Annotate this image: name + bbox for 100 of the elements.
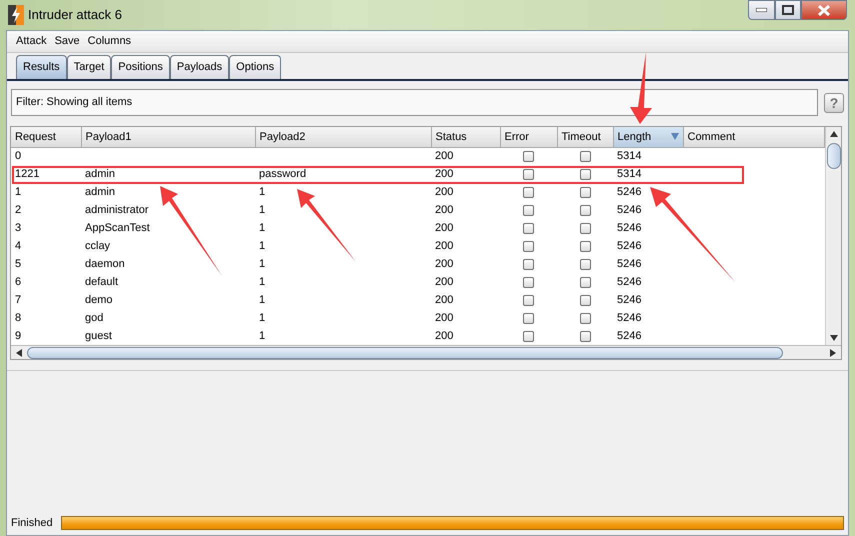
table-cell: 5246	[617, 312, 642, 324]
checkbox[interactable]	[580, 168, 590, 180]
column-header[interactable]: Payload1	[81, 127, 255, 147]
scroll-left-icon[interactable]	[16, 349, 22, 357]
table-cell: 4	[15, 240, 22, 252]
table-cell: 200	[435, 168, 454, 180]
table-cell: 5246	[617, 240, 642, 252]
checkbox[interactable]	[523, 294, 534, 306]
checkbox[interactable]	[580, 222, 590, 234]
menu-item[interactable]: Save	[54, 33, 80, 50]
help-button[interactable]: ?	[824, 92, 844, 112]
column-header[interactable]: Status	[431, 127, 500, 147]
table-cell: 200	[435, 276, 454, 288]
table-cell: 5246	[617, 204, 642, 216]
table-cell: default	[85, 276, 118, 288]
table-cell: 2	[15, 204, 22, 216]
tab[interactable]: Positions	[111, 55, 170, 79]
table-cell: 5246	[617, 276, 642, 288]
table-cell: cclay	[85, 240, 110, 252]
checkbox[interactable]	[580, 276, 590, 288]
table-cell: 200	[435, 186, 454, 198]
checkbox[interactable]	[523, 186, 534, 198]
table-cell: 200	[435, 258, 454, 270]
column-header[interactable]: Payload2	[255, 127, 431, 147]
checkbox[interactable]	[523, 222, 534, 234]
tab[interactable]: Target	[66, 55, 112, 79]
sort-descending-icon	[670, 132, 678, 140]
close-button[interactable]	[801, 0, 847, 20]
checkbox[interactable]	[523, 150, 534, 162]
horizontal-scrollbar[interactable]	[11, 345, 841, 359]
table-cell: 1	[259, 258, 266, 270]
table-cell: 1	[259, 186, 266, 198]
window-title: Intruder attack 6	[28, 6, 122, 24]
menu-item[interactable]: Attack	[16, 33, 47, 50]
column-header[interactable]: Length	[613, 127, 683, 147]
checkbox[interactable]	[580, 294, 590, 306]
table-cell: 5246	[617, 330, 642, 342]
checkbox[interactable]	[580, 150, 590, 162]
checkbox[interactable]	[580, 330, 590, 342]
checkbox[interactable]	[523, 312, 534, 324]
maximize-icon	[782, 5, 794, 15]
table-cell: 5	[15, 258, 22, 270]
checkbox[interactable]	[523, 240, 534, 252]
scrollbar-thumb[interactable]	[27, 347, 783, 359]
checkbox[interactable]	[523, 204, 534, 216]
tab[interactable]: Results	[16, 55, 67, 79]
scrollbar-thumb[interactable]	[827, 143, 841, 169]
table-cell: password	[259, 168, 306, 180]
table-cell: 5246	[617, 222, 642, 234]
close-icon	[817, 4, 831, 16]
table-cell: AppScanTest	[85, 222, 150, 234]
table-cell: 5246	[617, 258, 642, 270]
column-header[interactable]: Request	[11, 127, 81, 147]
scroll-down-icon[interactable]	[830, 335, 838, 341]
table-cell: 200	[435, 222, 454, 234]
table-cell: 200	[435, 240, 454, 252]
checkbox[interactable]	[580, 312, 590, 324]
checkbox[interactable]	[580, 258, 590, 270]
column-header[interactable]: Comment	[683, 127, 824, 147]
checkbox[interactable]	[523, 330, 534, 342]
menu-item[interactable]: Columns	[88, 33, 132, 50]
table-cell: 200	[435, 204, 454, 216]
table-cell: 200	[435, 294, 454, 306]
tab[interactable]: Payloads	[170, 55, 230, 79]
status-text: Finished	[11, 516, 53, 531]
table-cell: administrator	[85, 204, 149, 216]
table-cell: 9	[15, 330, 22, 342]
table-cell: 1	[259, 312, 266, 324]
table-cell: 1	[259, 276, 266, 288]
tab[interactable]: Options	[229, 55, 282, 79]
maximize-button[interactable]	[775, 0, 801, 20]
checkbox[interactable]	[523, 258, 534, 270]
column-header[interactable]: Timeout	[557, 127, 613, 147]
table-cell: admin	[85, 186, 115, 198]
scroll-up-icon[interactable]	[830, 131, 838, 137]
table-cell: 1	[259, 204, 266, 216]
table-cell: 5314	[617, 168, 642, 180]
table-cell: 5314	[617, 150, 642, 162]
minimize-button[interactable]	[748, 0, 775, 20]
table-cell: 200	[435, 150, 454, 162]
vertical-scrollbar[interactable]	[825, 127, 841, 345]
table-cell: 6	[15, 276, 22, 288]
checkbox[interactable]	[523, 276, 534, 288]
checkbox[interactable]	[580, 186, 590, 198]
table-cell: admin	[85, 168, 115, 180]
scroll-right-icon[interactable]	[830, 349, 836, 357]
table-cell: 1	[259, 222, 266, 234]
table-cell: 1	[259, 330, 266, 342]
checkbox[interactable]	[523, 168, 534, 180]
table-cell: god	[85, 312, 104, 324]
minimize-icon	[756, 8, 767, 12]
column-header[interactable]: Error	[500, 127, 557, 147]
table-cell: daemon	[85, 258, 125, 270]
checkbox[interactable]	[580, 204, 590, 216]
filter-bar[interactable]: Filter: Showing all items	[11, 89, 818, 116]
table-cell: demo	[85, 294, 113, 306]
app-logo-icon	[8, 5, 24, 25]
checkbox[interactable]	[580, 240, 590, 252]
annotation-arrow	[630, 52, 652, 124]
table-cell: 8	[15, 312, 22, 324]
